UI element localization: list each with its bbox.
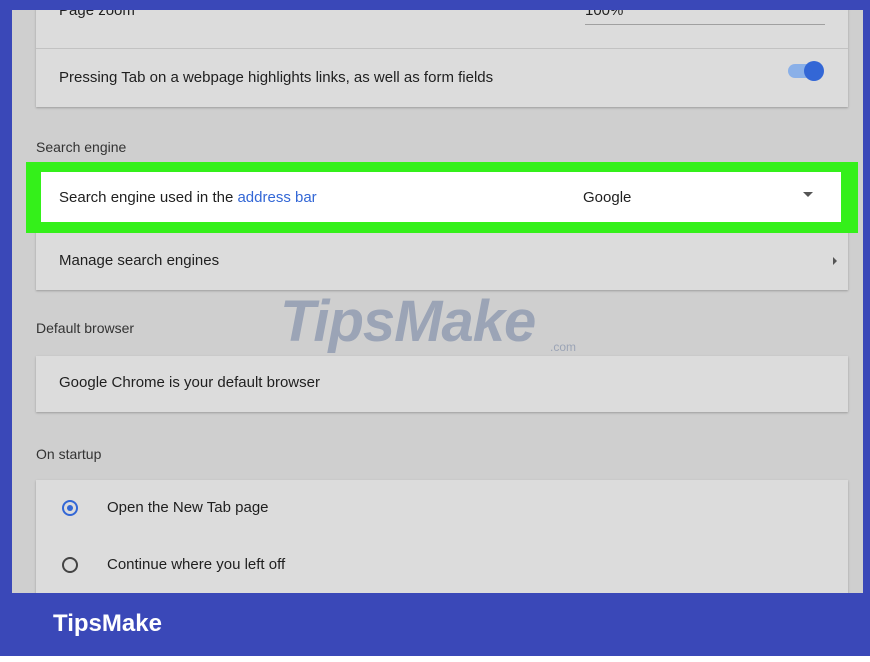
frame-left: [0, 0, 12, 662]
radio-continue-where-left-off[interactable]: [62, 557, 78, 573]
tab-highlight-label: Pressing Tab on a webpage highlights lin…: [59, 69, 494, 86]
frame-bottom: [0, 656, 870, 662]
default-browser-status: Google Chrome is your default browser: [59, 374, 320, 391]
section-title-default-browser: Default browser: [36, 320, 135, 336]
footer-brand: TipsMake: [53, 610, 162, 637]
page-zoom-select[interactable]: 100% ▼: [585, 10, 825, 25]
divider: [36, 48, 848, 49]
page-zoom-value: 100%: [585, 10, 624, 19]
manage-search-engines-label: Manage search engines: [59, 252, 220, 269]
radio-open-new-tab[interactable]: [62, 500, 78, 516]
section-title-on-startup: On startup: [36, 446, 102, 462]
search-engine-used-row[interactable]: Search engine used in the address bar Go…: [41, 172, 841, 222]
address-bar-link[interactable]: address bar: [237, 189, 316, 206]
image-frame: Page zoom 100% ▼ Pressing Tab on a webpa…: [0, 0, 870, 662]
default-browser-card: Google Chrome is your default browser: [36, 356, 848, 412]
section-title-search-engine: Search engine: [36, 139, 127, 155]
startup-card: [36, 480, 848, 593]
footer-banner: TipsMake: [0, 593, 870, 656]
default-browser-row: Google Chrome is your default browser: [36, 356, 848, 412]
toggle-knob: [804, 61, 824, 81]
radio-label-open-new-tab: Open the New Tab page: [107, 499, 269, 516]
frame-top: [0, 0, 870, 10]
chevron-down-icon: ▼: [807, 10, 817, 13]
manage-search-engines-row[interactable]: Manage search engines: [36, 234, 848, 290]
frame-right: [863, 0, 870, 662]
search-engine-used-label: Search engine used in the address bar: [59, 189, 317, 206]
chevron-down-icon[interactable]: [803, 192, 813, 197]
radio-label-continue: Continue where you left off: [107, 556, 286, 573]
search-engine-highlight: Search engine used in the address bar Go…: [26, 162, 858, 233]
watermark-logo: TipsMake: [280, 289, 536, 354]
page-zoom-label: Page zoom: [59, 10, 135, 19]
search-engine-dropdown[interactable]: Google: [583, 189, 631, 206]
chevron-right-icon: [833, 257, 837, 265]
watermark-suffix: .com: [550, 340, 577, 354]
tab-highlight-toggle[interactable]: [788, 61, 824, 81]
